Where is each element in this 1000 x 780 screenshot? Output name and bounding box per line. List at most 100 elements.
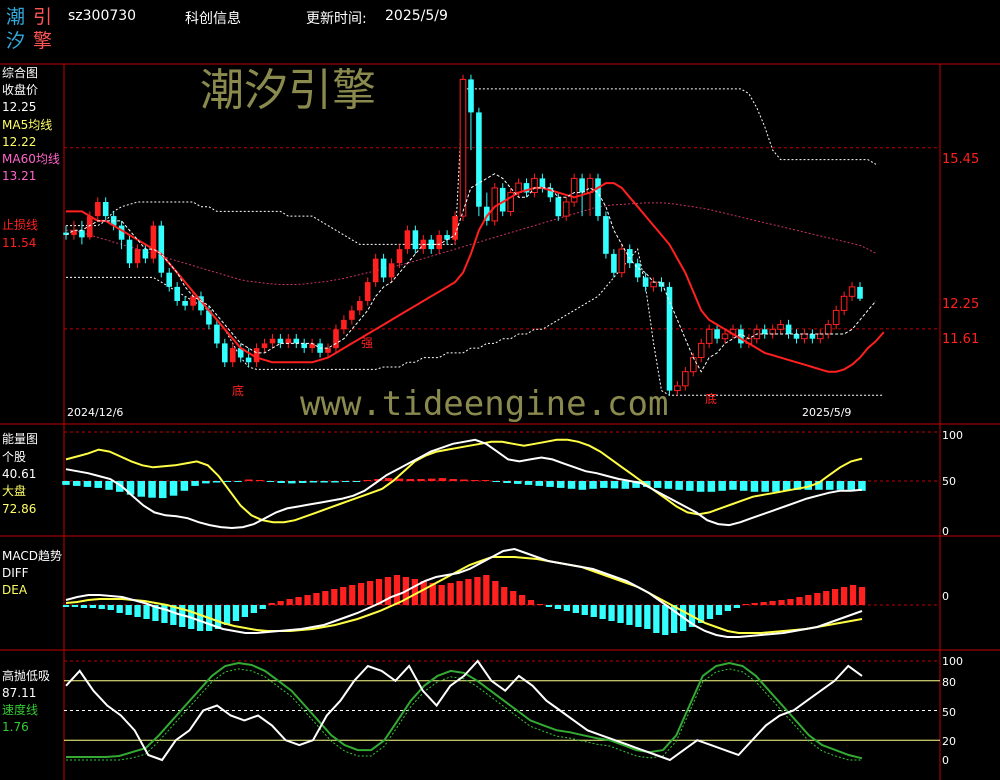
macd-bar bbox=[197, 605, 204, 631]
candle bbox=[253, 348, 260, 363]
candle bbox=[309, 343, 315, 349]
hl-title: 高抛低吸 bbox=[2, 669, 51, 683]
energy-bar bbox=[481, 480, 490, 481]
close-label: 收盘价 bbox=[2, 83, 39, 97]
energy-bar bbox=[73, 481, 81, 486]
candle bbox=[674, 385, 681, 392]
energy-bar bbox=[255, 480, 264, 481]
energy-market-label: 大盘 bbox=[2, 484, 27, 498]
macd-bar bbox=[107, 605, 114, 610]
hl-speed-value: 1.76 bbox=[2, 720, 29, 734]
macd-bar bbox=[635, 605, 642, 627]
energy-market-value: 72.86 bbox=[2, 502, 37, 516]
energy-bar bbox=[471, 480, 479, 481]
energy-bar bbox=[417, 479, 425, 481]
candle bbox=[650, 281, 657, 288]
macd-panel-plot bbox=[62, 547, 940, 638]
macd-bar bbox=[71, 605, 79, 607]
macd-bar bbox=[393, 575, 401, 605]
candle bbox=[570, 177, 578, 203]
candle bbox=[658, 282, 665, 287]
macd-bar bbox=[849, 585, 857, 605]
candle bbox=[436, 235, 442, 250]
energy-bar bbox=[729, 481, 737, 490]
macd-bar bbox=[724, 605, 731, 611]
update-label: 更新时间: bbox=[306, 11, 367, 27]
macd-bar bbox=[626, 605, 633, 625]
candle bbox=[364, 282, 371, 301]
candle bbox=[333, 329, 339, 349]
energy-bar bbox=[772, 481, 780, 492]
candle bbox=[245, 357, 252, 363]
axis-hl-5: 0 bbox=[942, 754, 949, 767]
candle bbox=[325, 348, 331, 353]
close-value: 12.25 bbox=[2, 100, 37, 114]
candle bbox=[769, 328, 777, 335]
macd-bar bbox=[277, 601, 284, 605]
candle bbox=[182, 301, 188, 306]
macd-bar bbox=[313, 593, 320, 605]
candle bbox=[230, 348, 236, 363]
macd-bar bbox=[62, 605, 70, 607]
macd-bar bbox=[80, 605, 88, 608]
macd-bar bbox=[214, 605, 222, 629]
axis-hl-2: 80 bbox=[942, 676, 956, 689]
macd-bar bbox=[340, 587, 347, 605]
macd-bar bbox=[662, 605, 669, 635]
candle bbox=[682, 371, 689, 387]
energy-bar bbox=[836, 481, 845, 490]
candle bbox=[603, 216, 609, 254]
candle bbox=[388, 263, 395, 278]
macd-bar bbox=[769, 601, 776, 605]
energy-bar bbox=[331, 481, 339, 483]
energy-bar bbox=[546, 481, 554, 487]
energy-bar bbox=[428, 478, 436, 481]
energy-bar bbox=[169, 481, 178, 496]
candle bbox=[539, 178, 546, 188]
energy-bar bbox=[202, 481, 210, 484]
candle bbox=[214, 324, 220, 344]
energy-bar bbox=[320, 481, 328, 483]
hl-speed-label: 速度线 bbox=[2, 703, 39, 717]
macd-bar bbox=[259, 605, 266, 609]
macd-bar bbox=[742, 604, 749, 605]
candle bbox=[190, 296, 196, 306]
macd-bar bbox=[581, 605, 588, 615]
energy-bar bbox=[223, 481, 232, 482]
brand-logo: 潮 引 汐 擎 bbox=[6, 6, 58, 54]
lower-band-line bbox=[66, 247, 884, 396]
macd-bar bbox=[563, 605, 570, 611]
candle bbox=[825, 324, 832, 335]
macd-bar bbox=[474, 577, 481, 605]
macd-dea-label: DEA bbox=[2, 583, 28, 597]
stock-chart[interactable] bbox=[0, 0, 1000, 780]
energy-bar bbox=[524, 481, 533, 485]
candle bbox=[341, 319, 347, 330]
macd-bar bbox=[706, 605, 714, 619]
candle bbox=[380, 258, 387, 278]
macd-bar bbox=[858, 587, 866, 605]
candle bbox=[857, 286, 863, 299]
candle bbox=[705, 328, 713, 344]
energy-bar bbox=[309, 481, 318, 483]
candle bbox=[372, 258, 379, 283]
energy-bar bbox=[610, 481, 619, 489]
candle bbox=[102, 202, 109, 217]
macd-title: MACD趋势 bbox=[2, 549, 62, 563]
energy-bar bbox=[567, 481, 576, 489]
candle bbox=[777, 324, 784, 330]
candle bbox=[222, 343, 228, 363]
energy-bar bbox=[341, 481, 350, 482]
macd-bar bbox=[358, 583, 365, 605]
energy-bar bbox=[664, 481, 673, 489]
macd-bar bbox=[599, 605, 606, 619]
macd-bar bbox=[519, 595, 526, 605]
candle bbox=[801, 333, 808, 340]
energy-bar bbox=[352, 481, 361, 482]
candle bbox=[642, 277, 649, 287]
energy-bar bbox=[460, 479, 468, 481]
macd-bar bbox=[608, 605, 615, 621]
macd-bar bbox=[232, 605, 240, 621]
macd-bar bbox=[527, 600, 535, 605]
energy-bar bbox=[191, 481, 199, 486]
